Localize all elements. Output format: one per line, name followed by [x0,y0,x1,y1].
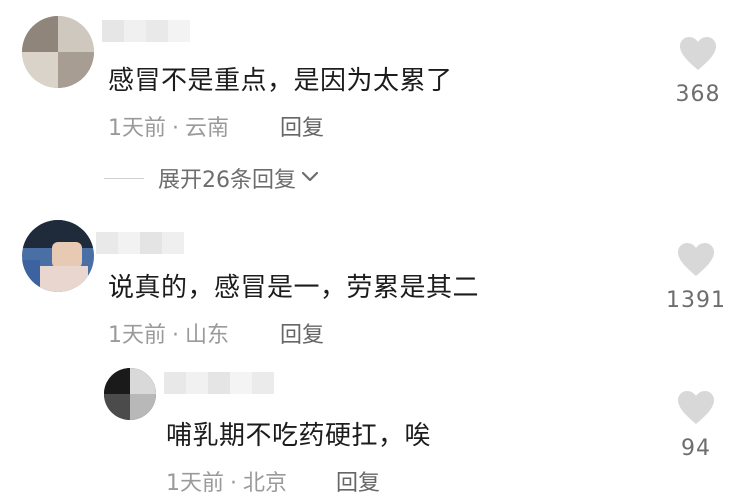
comment-text: 说真的，感冒是一，劳累是其二 [108,273,480,303]
heart-icon [678,243,714,276]
reply-button[interactable]: 回复 [280,110,324,142]
like-count: 1391 [666,288,726,313]
username-mosaic[interactable] [96,232,184,254]
heart-icon [678,391,714,424]
comment-text: 感冒不是重点，是因为太累了 [108,66,453,96]
comment-location: 北京 [243,471,288,496]
username-mosaic[interactable] [102,20,190,42]
avatar[interactable] [104,368,156,420]
comment-time: 1天前 [108,323,166,348]
username-mosaic[interactable] [164,372,274,394]
avatar[interactable] [22,220,94,292]
like-button[interactable]: 1391 [661,242,731,313]
meta-separator: · [172,323,179,348]
comment-location: 山东 [185,323,230,348]
reply-button[interactable]: 回复 [336,465,380,497]
comment-time: 1天前 [108,116,166,141]
meta-separator: · [230,471,237,496]
expand-replies-button[interactable]: 展开26条回复 [104,162,320,194]
comment-meta: 1天前 · 山东 [108,317,229,349]
divider [104,177,144,179]
comment-time: 1天前 [166,471,224,496]
chevron-down-icon [300,169,320,188]
comment-meta: 1天前 · 北京 [166,465,287,497]
comment-location: 云南 [185,116,230,141]
like-count: 94 [681,436,711,461]
like-button[interactable]: 368 [663,36,733,107]
heart-icon [680,37,716,70]
comment-meta: 1天前 · 云南 [108,110,229,142]
avatar[interactable] [22,16,94,88]
comment-text: 哺乳期不吃药硬扛，唉 [166,421,432,451]
like-button[interactable]: 94 [661,390,731,461]
like-count: 368 [675,82,721,107]
comment-list: 感冒不是重点，是因为太累了 1天前 · 云南 回复 368 展开26条回复 说真… [0,0,740,500]
meta-separator: · [172,116,179,141]
reply-button[interactable]: 回复 [280,317,324,349]
expand-replies-label: 展开26条回复 [158,168,296,193]
